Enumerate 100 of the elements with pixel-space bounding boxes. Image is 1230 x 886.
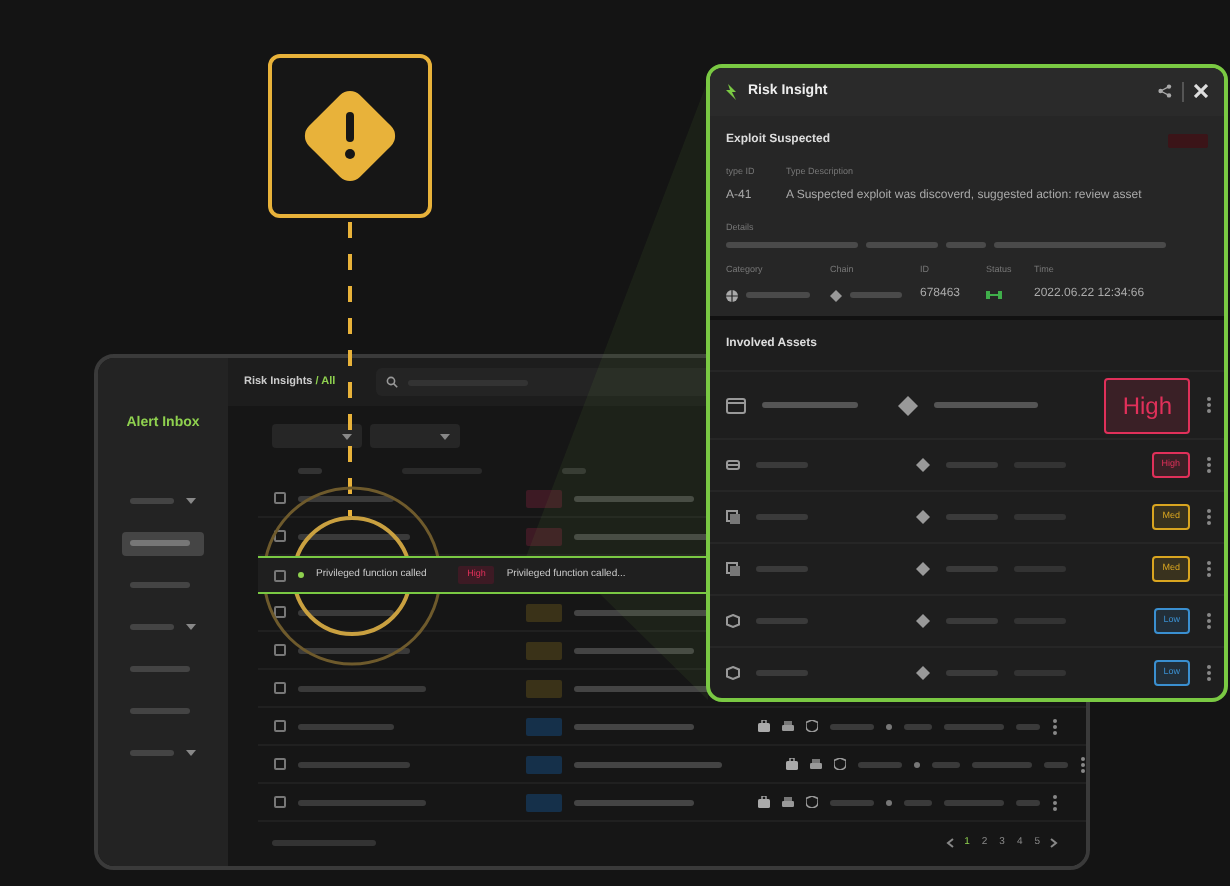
kebab-icon[interactable] [1206,396,1212,414]
severity-swatch [526,603,562,621]
redacted-bar [130,582,190,588]
redacted-bar [298,647,410,653]
printer-icon [810,758,822,770]
diamond-icon [916,510,930,524]
bullet-icon [914,761,920,767]
redacted-bar [298,495,394,501]
cube-icon [726,614,740,628]
redacted-bar [850,292,902,298]
close-icon[interactable] [1194,84,1208,99]
redacted-bar [946,242,986,249]
search-icon [385,376,398,388]
redacted-bar [1016,799,1040,805]
redacted-bar [904,723,932,729]
redacted-bar [726,242,858,249]
redacted-bar [746,292,810,298]
redacted-bar [130,750,174,756]
redacted-bar [830,723,874,729]
kebab-icon[interactable] [1206,560,1212,578]
diamond-icon [916,614,930,628]
redacted-bar [298,761,410,767]
globe-icon [726,289,738,301]
image-icon [726,562,740,576]
redacted-bar [1016,723,1040,729]
redacted-bar [574,799,694,805]
kebab-icon[interactable] [1206,612,1212,630]
briefcase-icon [758,720,770,732]
severity-swatch [526,527,562,545]
cube-icon [726,666,740,680]
severity-swatch [526,793,562,811]
row-checkbox[interactable] [274,530,286,542]
redacted-bar [944,723,1004,729]
redacted-bar [130,498,174,504]
wallet-icon [726,458,740,472]
row-checkbox[interactable] [274,682,286,694]
briefcase-icon [786,758,798,770]
kebab-icon[interactable] [1052,793,1058,811]
redacted-bar [298,799,426,805]
row-checkbox[interactable] [274,644,286,656]
redacted-bar [130,708,190,714]
shield-icon [806,796,818,808]
row-checkbox[interactable] [274,492,286,504]
kebab-icon[interactable] [1206,664,1212,682]
redacted-bar [298,533,410,539]
row-checkbox[interactable] [274,720,286,732]
kebab-icon[interactable] [1080,755,1086,773]
caret-icon [186,624,196,630]
caret-icon [342,433,352,439]
caret-icon [440,433,450,439]
redacted-bar [298,609,394,615]
kebab-icon[interactable] [1052,717,1058,735]
sidebar-item[interactable] [122,531,204,555]
bullet-icon [886,723,892,729]
link-status-icon [986,290,1002,300]
redacted-bar [830,799,874,805]
severity-swatch [526,755,562,773]
briefcase-icon [758,796,770,808]
row-checkbox[interactable] [274,758,286,770]
severity-swatch [526,679,562,697]
diamond-icon [916,562,930,576]
chevron-right-icon[interactable] [1050,838,1058,848]
severity-tag: High [1104,377,1190,433]
row-checkbox[interactable] [274,796,286,808]
redacted-bar [130,624,174,630]
printer-icon [782,796,794,808]
redacted-bar [932,761,960,767]
wallet-icon [726,395,746,415]
redacted-bar [858,761,902,767]
chevron-left-icon[interactable] [946,838,955,848]
row-checkbox[interactable] [274,569,286,581]
row-checkbox[interactable] [274,606,286,618]
asset-row[interactable]: High [710,370,1224,438]
severity-swatch [526,489,562,507]
redacted-bar [934,402,1038,408]
bolt-icon [726,83,738,100]
redacted-bar [574,495,694,501]
redacted-bar [574,647,694,653]
redacted-bar [904,799,932,805]
severity-swatch [526,717,562,735]
diamond-icon [916,458,930,472]
status-dot [298,572,304,578]
caret-icon [186,750,196,756]
kebab-icon[interactable] [1206,456,1212,474]
share-icon[interactable] [1158,84,1172,99]
redacted-bar [866,242,938,249]
kebab-icon[interactable] [1206,508,1212,526]
redacted-bar [574,723,694,729]
diamond-icon [916,666,930,680]
redacted-bar [944,799,1004,805]
shield-icon [834,758,846,770]
redacted-bar [762,402,858,408]
redacted-bar [298,685,426,691]
printer-icon [782,720,794,732]
filter-dropdown[interactable] [272,424,362,448]
severity-swatch [526,641,562,659]
shield-icon [806,720,818,732]
bullet-icon [886,799,892,805]
image-icon [726,510,740,524]
redacted-bar [130,666,190,672]
